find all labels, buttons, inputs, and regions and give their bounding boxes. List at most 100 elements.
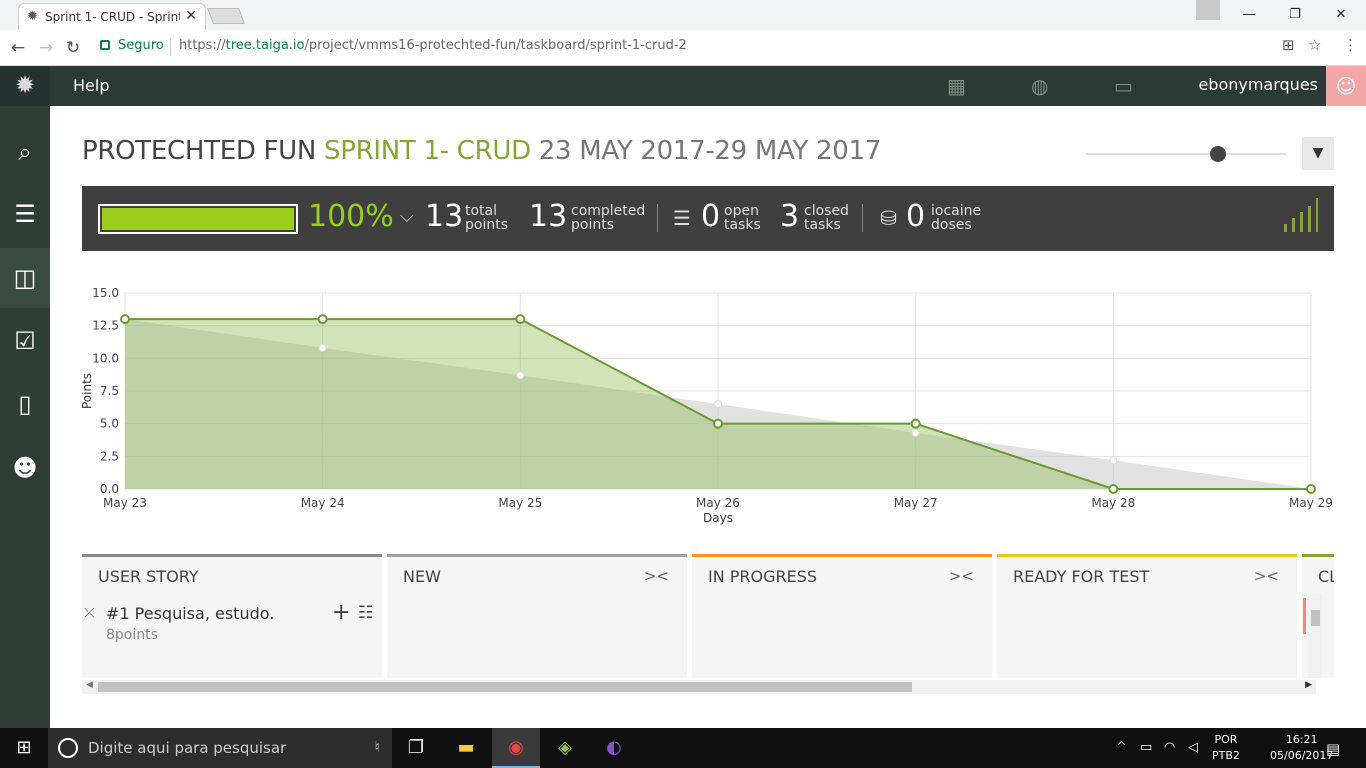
eclipse-icon[interactable]: ◐ — [590, 728, 638, 768]
url-path: /project/vmms16-protechted-fun/taskboard… — [304, 38, 687, 53]
language-code: POR — [1214, 733, 1238, 746]
battery-icon[interactable]: ▭ — [1140, 740, 1152, 755]
timeline-menu-icon[interactable]: ☰ — [0, 184, 50, 244]
ideal-point — [1109, 456, 1118, 465]
clock-date: 05/06/2017 — [1270, 749, 1334, 762]
secure-label: Seguro — [118, 38, 164, 53]
new-tab-button[interactable] — [207, 8, 245, 24]
taskbar-search[interactable]: Digite aqui para pesquisar ♮ — [48, 728, 392, 768]
wiki-book-icon[interactable]: ▯ — [0, 374, 50, 434]
collapse-toggle-icon[interactable]: ⤫ — [84, 606, 94, 621]
project-name[interactable]: PROTECHTED FUN — [82, 136, 316, 166]
language-indicator[interactable]: POR PTB2 — [1212, 732, 1240, 764]
scrollbar-thumb[interactable] — [1311, 610, 1320, 626]
omnibox-separator — [170, 38, 171, 56]
kanban-tasks-icon[interactable]: ☑ — [0, 311, 50, 371]
projects-grid-icon[interactable]: ▦ — [947, 74, 966, 98]
team-icon[interactable]: ☻ — [0, 438, 50, 498]
y-tick-label: 5.0 — [100, 417, 119, 431]
real-point — [515, 314, 526, 325]
search-placeholder: Digite aqui para pesquisar — [88, 739, 287, 757]
real-point — [120, 314, 130, 325]
x-tick-label: May 28 — [1091, 496, 1135, 510]
sprint-dates: 23 MAY 2017-29 MAY 2017 — [538, 136, 882, 166]
fold-column-icon[interactable]: >< — [949, 567, 974, 585]
notifications-center-icon[interactable]: ▤ — [1326, 740, 1340, 758]
column-scrollbar[interactable] — [1303, 594, 1322, 678]
menu-dots-icon[interactable]: ⋮ — [1343, 36, 1358, 54]
task-card-edge — [1303, 598, 1306, 634]
scroll-right-icon[interactable]: ▶ — [1305, 680, 1312, 690]
android-studio-icon[interactable]: ◈ — [541, 728, 589, 768]
url-text[interactable]: https://tree.taiga.io/project/vmms16-pro… — [179, 38, 687, 53]
x-axis-ticks: May 23 May 24 May 25 May 26 May 27 May 28 May … — [103, 496, 1333, 510]
windows-taskbar: ⊞ Digite aqui para pesquisar ♮ ❐ ▬ ◉ ◈ ◐… — [0, 728, 1366, 768]
file-explorer-icon[interactable]: ▬ — [442, 728, 490, 768]
omnibox[interactable]: Seguro https://tree.taiga.io/project/vmm… — [92, 34, 1332, 61]
bulk-add-list-icon[interactable]: ☷ — [358, 603, 373, 623]
column-title: USER STORY — [98, 567, 199, 586]
user-story-title[interactable]: #1 Pesquisa, estudo. — [106, 604, 274, 623]
fold-column-icon[interactable]: >< — [1254, 567, 1279, 585]
task-view-icon[interactable]: ❐ — [392, 728, 440, 768]
y-tick-label: 2.5 — [100, 449, 119, 463]
board-horizontal-scrollbar[interactable]: ◀ ▶ — [82, 680, 1316, 694]
column-title: IN PROGRESS — [708, 567, 818, 586]
translate-icon[interactable]: ⊞ — [1282, 36, 1295, 54]
add-task-icon[interactable]: + — [332, 600, 350, 625]
browser-tab[interactable]: ✹ Sprint 1- CRUD - Sprint t ✕ — [18, 3, 206, 30]
url-host: tree.taiga.io — [225, 38, 305, 53]
minimize-button[interactable]: — — [1226, 2, 1272, 28]
open-tasks-label-1: open — [724, 203, 759, 219]
profile-icon[interactable] — [1196, 0, 1220, 20]
filter-button[interactable]: ▼ — [1302, 137, 1334, 170]
close-window-button[interactable]: ✕ — [1318, 2, 1364, 28]
discover-globe-icon[interactable]: ◍ — [1031, 74, 1048, 98]
graph-toggle-icon[interactable] — [1282, 198, 1318, 232]
x-tick-label: May 23 — [103, 496, 147, 510]
fold-column-icon[interactable]: >< — [644, 567, 669, 585]
burndown-chart: 0.02.55.07.510.012.515.0 May 23 May 24 May… — [82, 286, 1333, 525]
zoom-slider-knob[interactable] — [1210, 146, 1226, 162]
wifi-icon[interactable]: ◠ — [1164, 740, 1175, 755]
microphone-icon[interactable]: ♮ — [375, 738, 380, 756]
y-tick-label: 0.0 — [100, 482, 119, 496]
avatar[interactable]: ☺ — [1326, 66, 1366, 106]
real-point — [1306, 484, 1316, 494]
user-story-column: USER STORY ⤫ #1 Pesquisa, estudo. 8point… — [82, 554, 382, 678]
search-icon[interactable]: ⌕ — [0, 122, 50, 182]
notifications-icon[interactable]: ▭ — [1114, 74, 1133, 98]
column-new: NEW >< — [387, 554, 687, 678]
sprint-name: SPRINT 1- CRUD — [324, 136, 531, 166]
backlog-icon[interactable]: ◫ — [0, 248, 50, 308]
tray-expand-icon[interactable]: ^ — [1116, 740, 1127, 755]
back-icon[interactable]: ← — [8, 38, 28, 58]
chrome-icon[interactable]: ◉ — [492, 728, 540, 768]
help-link[interactable]: Help — [73, 76, 109, 95]
bookmark-star-icon[interactable]: ☆ — [1308, 36, 1321, 54]
scroll-left-icon[interactable]: ◀ — [86, 680, 93, 690]
closed-tasks-label-2: tasks — [804, 217, 841, 233]
windows-start-icon[interactable]: ⊞ — [0, 728, 48, 768]
top-nav: ✹ Help ▦ ◍ ▭ ebonymarques ☺ — [0, 66, 1366, 106]
real-point — [317, 314, 328, 325]
zoom-slider[interactable] — [1086, 146, 1286, 162]
volume-icon[interactable]: ◁ — [1188, 740, 1198, 755]
scrollbar-thumb[interactable] — [98, 682, 912, 692]
y-tick-label: 12.5 — [92, 319, 119, 333]
clock[interactable]: 16:21 05/06/2017 — [1270, 732, 1333, 764]
restore-button[interactable]: ❐ — [1272, 2, 1318, 28]
username[interactable]: ebonymarques — [1198, 75, 1318, 94]
reload-icon[interactable]: ↻ — [63, 38, 83, 58]
keyboard-layout: PTB2 — [1212, 749, 1240, 762]
taiga-logo-icon[interactable]: ✹ — [0, 66, 50, 106]
sprint-stats-bar: 100% ⌵ 13 total points 13 completed poin… — [82, 186, 1334, 251]
chevron-down-icon[interactable]: ⌵ — [400, 206, 414, 227]
forward-icon[interactable]: → — [36, 38, 56, 58]
iocaine-label-2: doses — [931, 217, 972, 233]
column-header-bar — [692, 554, 992, 557]
column-header-bar — [1302, 554, 1334, 557]
closed-tasks-label-1: closed — [804, 203, 849, 219]
taskboard: USER STORY ⤫ #1 Pesquisa, estudo. 8point… — [82, 554, 1334, 678]
tab-close-icon[interactable]: ✕ — [185, 8, 197, 24]
